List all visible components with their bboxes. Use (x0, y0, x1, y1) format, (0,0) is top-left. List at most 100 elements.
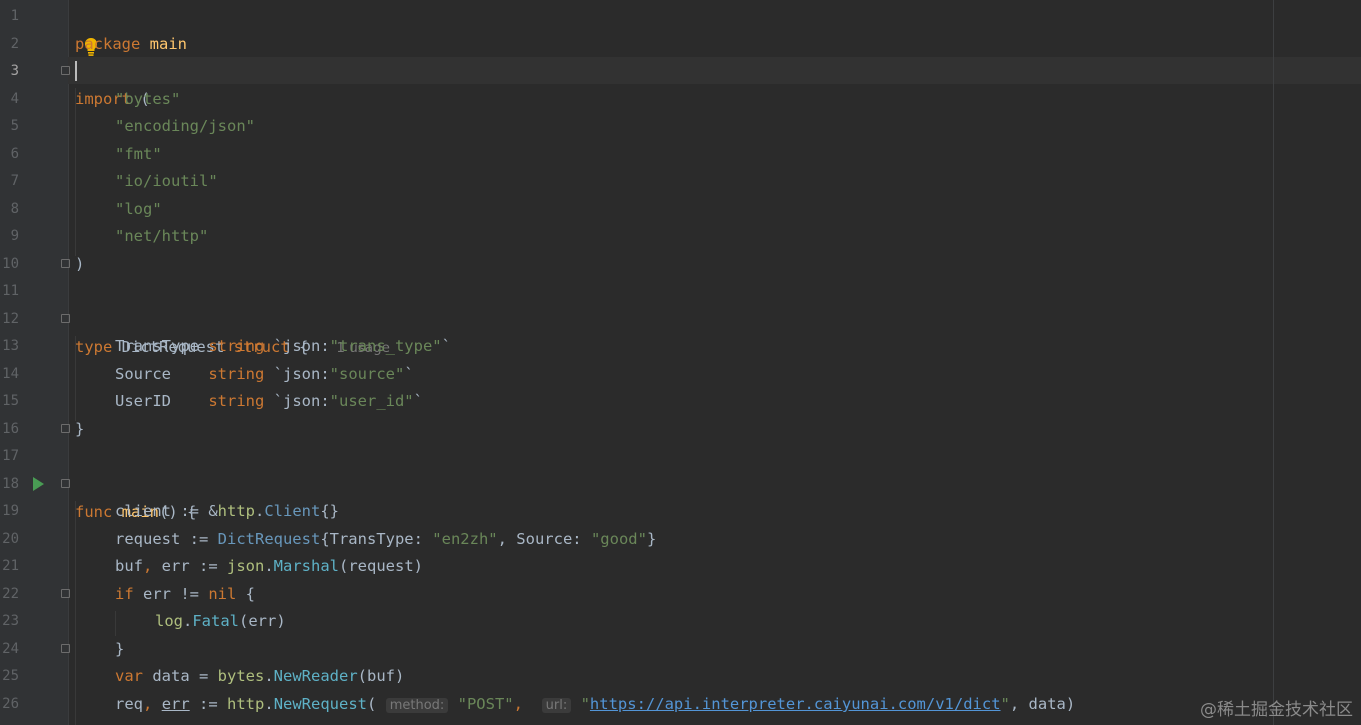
line-number-row: 11 (0, 278, 1361, 306)
line-number[interactable]: 11 (0, 278, 19, 306)
package-ref: bytes (217, 667, 265, 685)
type-ref: DictRequest (217, 530, 321, 548)
code-text: buf (115, 557, 143, 575)
keyword: package (75, 34, 141, 53)
code-line[interactable]: log.Fatal(err) (0, 608, 1361, 636)
code-text: } (115, 640, 125, 658)
code-text: ( (367, 695, 377, 713)
code-text: ) (75, 255, 85, 273)
line-number-row: 2 (0, 31, 1361, 59)
watermark: @稀土掘金技术社区 (1200, 700, 1353, 720)
code-text: , data) (1009, 695, 1076, 713)
url-link[interactable]: https://api.interpreter.caiyunai.com/v1/… (590, 695, 1001, 713)
code-text: request := (115, 530, 218, 548)
code-line[interactable]: request := DictRequest{TransType: "en2zh… (0, 526, 1361, 554)
code-line[interactable]: "io/ioutil" (0, 168, 1361, 196)
keyword: nil (208, 585, 237, 603)
code-text: {TransType: (320, 530, 433, 548)
code-line[interactable]: Source string `json:"source"` (0, 361, 1361, 389)
field-name: UserID (115, 392, 209, 410)
field-name: Source (115, 365, 209, 383)
code-line[interactable]: "bytes" (0, 86, 1361, 114)
code-line[interactable]: "fmt" (0, 141, 1361, 169)
package-ref: http (217, 502, 255, 520)
code-text: . (264, 557, 274, 575)
parameter-hint: method: (385, 698, 449, 713)
code-line[interactable]: "net/http" (0, 223, 1361, 251)
type-ref: Client (264, 502, 321, 520)
package-ref: http (227, 695, 265, 713)
struct-tag: ` (413, 392, 423, 410)
line-number[interactable]: 17 (0, 443, 19, 471)
import-path: "io/ioutil" (115, 172, 218, 190)
code-line[interactable]: "log" (0, 196, 1361, 224)
code-text: } (75, 420, 85, 438)
package-ref: json (227, 557, 265, 575)
code-text: err (161, 695, 190, 713)
code-text: (err) (239, 612, 286, 630)
code-text: client := & (115, 502, 218, 520)
import-path: "net/http" (115, 227, 209, 245)
string-literal: "POST" (457, 695, 514, 713)
code-line[interactable]: client := &http.Client{} (0, 498, 1361, 526)
keyword: var (115, 667, 143, 685)
code-line[interactable]: ) (0, 251, 1361, 279)
line-number-row: 17 (0, 443, 1361, 471)
struct-tag: `json: (264, 365, 330, 383)
code-line[interactable]: func main() { (0, 471, 1361, 521)
struct-tag: ` (441, 337, 451, 355)
code-text: . (264, 695, 274, 713)
code-text: err := (152, 557, 227, 575)
code-text: (buf) (357, 667, 405, 685)
code-text: (request) (339, 557, 423, 575)
string-literal: "good" (590, 530, 647, 548)
field-type: string (208, 337, 265, 355)
code-line[interactable]: UserID string `json:"user_id"` (0, 388, 1361, 416)
import-path: "encoding/json" (115, 117, 255, 135)
code-line[interactable]: } (0, 416, 1361, 444)
code-text: { (236, 585, 255, 603)
keyword: if (115, 585, 134, 603)
code-editor[interactable]: 1 2 3 4 5 6 7 8 9 10 11 12 13 14 15 16 17 18 19 20 21 22 23 24 2… (0, 0, 1361, 725)
code-text: } (646, 530, 657, 548)
function-call: Marshal (273, 557, 339, 575)
code-line[interactable]: import ( (0, 58, 1361, 108)
code-text: , (143, 695, 153, 713)
code-line[interactable]: var data = bytes.NewReader(buf) (0, 663, 1361, 691)
struct-tag-value: "trans_type" (329, 337, 442, 355)
struct-tag: ` (404, 365, 414, 383)
package-name: main (140, 34, 187, 53)
struct-tag-value: "source" (329, 365, 405, 383)
import-path: "bytes" (115, 90, 181, 108)
code-text: err != (133, 585, 209, 603)
string-literal: " (580, 695, 590, 713)
code-line[interactable]: TransType string `json:"trans_type"` (0, 333, 1361, 361)
code-text: , (513, 695, 523, 713)
code-text: data = (143, 667, 218, 685)
code-line[interactable]: req, err := http.NewRequest( method: "PO… (0, 691, 1361, 719)
code-line[interactable]: package main (0, 3, 1361, 53)
code-text: := (189, 695, 228, 713)
import-path: "fmt" (115, 145, 162, 163)
text-caret (75, 61, 77, 81)
import-path: "log" (115, 200, 162, 218)
code-line[interactable]: type DictRequest struct { 1 usage (0, 306, 1361, 356)
field-type: string (208, 392, 265, 410)
code-text: , (143, 557, 153, 575)
code-line[interactable]: if err != nil { (0, 581, 1361, 609)
code-text: . (264, 667, 274, 685)
struct-tag: `json: (264, 337, 330, 355)
code-text: {} (320, 502, 339, 520)
code-text: , Source: (497, 530, 591, 548)
function-call: Fatal (192, 612, 240, 630)
code-line[interactable]: buf, err := json.Marshal(request) (0, 553, 1361, 581)
code-line[interactable]: "encoding/json" (0, 113, 1361, 141)
code-line[interactable]: } (0, 636, 1361, 664)
code-text: req (115, 695, 143, 713)
string-literal: "en2zh" (432, 530, 498, 548)
function-call: NewRequest (273, 695, 368, 713)
field-type: string (208, 365, 265, 383)
field-name: TransType (115, 337, 209, 355)
struct-tag: `json: (264, 392, 330, 410)
function-call: NewReader (273, 667, 358, 685)
